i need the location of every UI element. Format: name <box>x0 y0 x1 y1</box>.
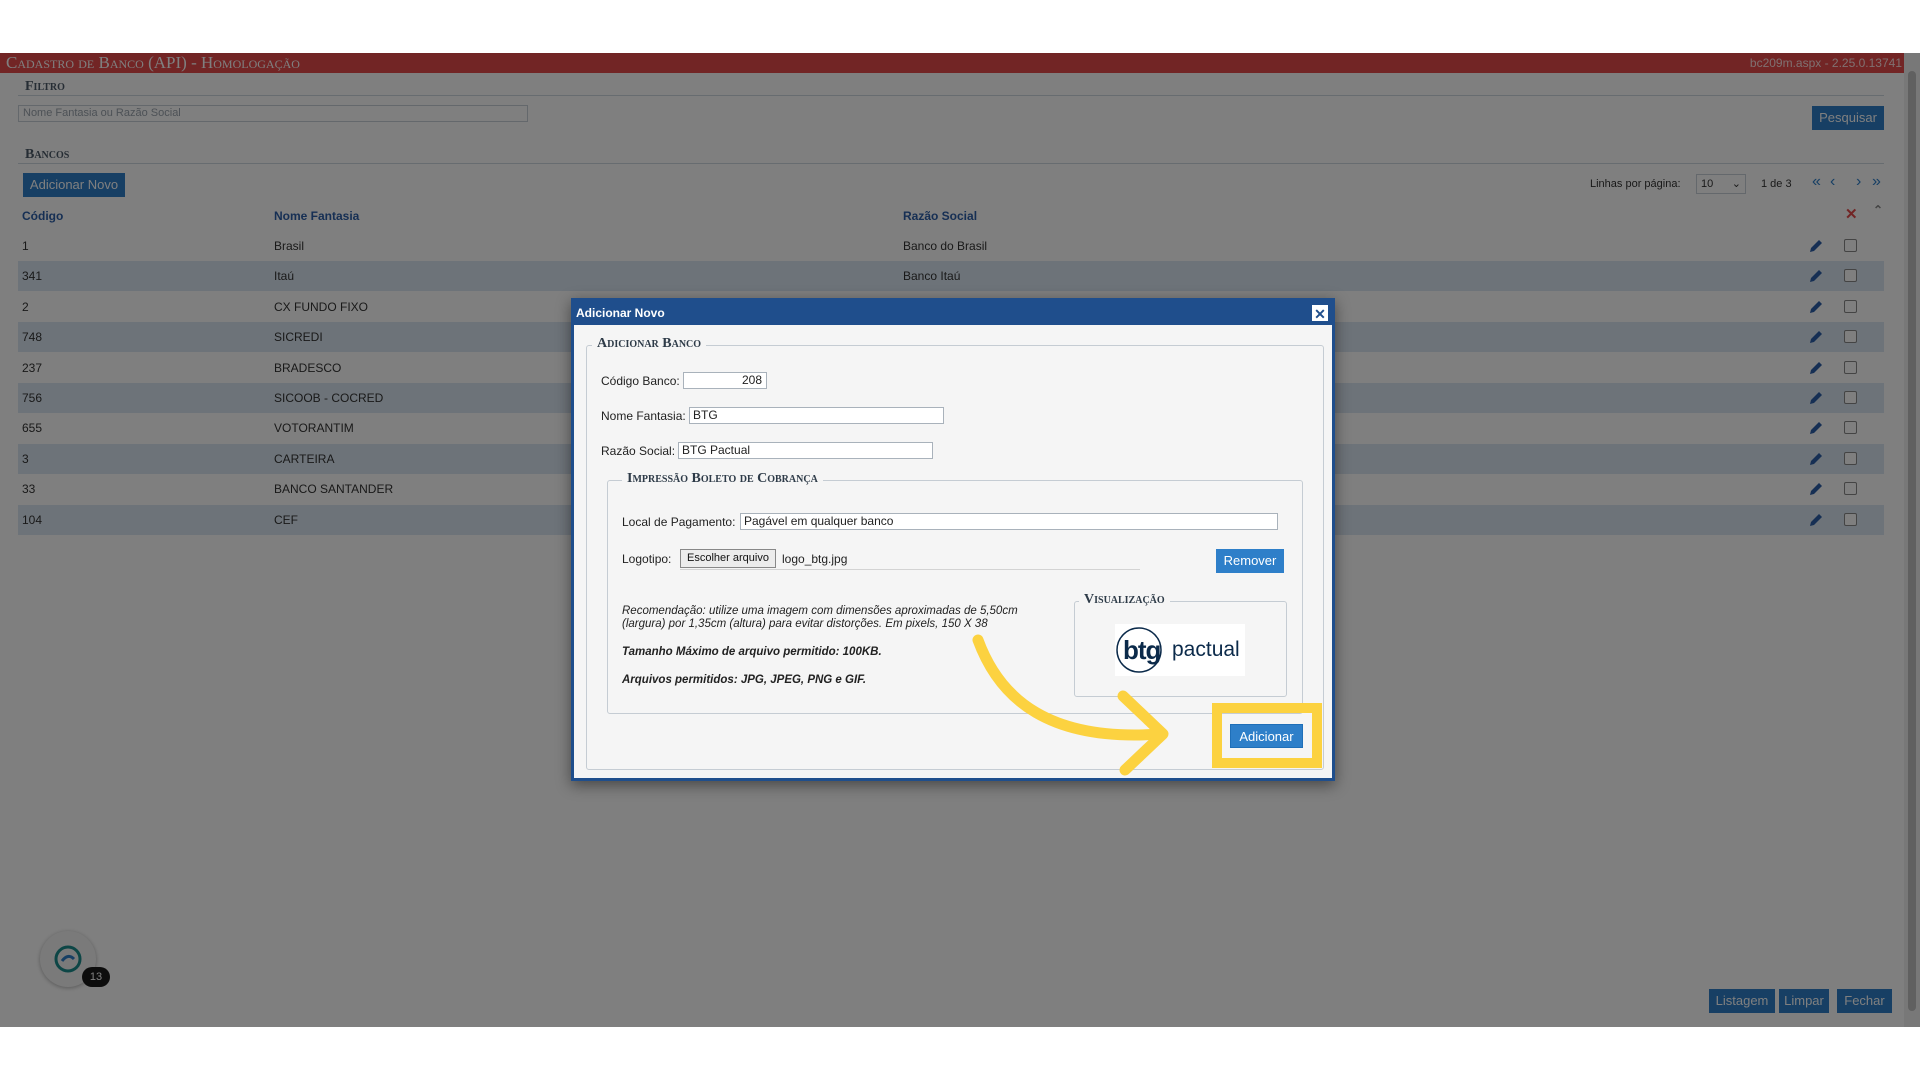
allowed-files-text: Arquivos permitidos: JPG, JPEG, PNG e GI… <box>622 674 867 686</box>
nome-fantasia-label: Nome Fantasia: <box>601 409 686 423</box>
tutorial-arrow-icon <box>972 634 1169 776</box>
remove-logo-button[interactable]: Remover <box>1216 549 1284 573</box>
file-input[interactable]: Escolher arquivo logo_btg.jpg <box>680 549 1140 570</box>
preview-legend: Visualização <box>1079 592 1170 608</box>
codigo-label: Código Banco: <box>601 374 680 388</box>
codigo-input[interactable]: 208 <box>683 372 767 389</box>
razao-social-label: Razão Social: <box>601 444 676 458</box>
boleto-legend: Impressão Boleto de Cobrança <box>622 471 823 487</box>
close-icon[interactable]: ✕ <box>1311 304 1329 322</box>
local-pagamento-label: Local de Pagamento: <box>622 515 736 529</box>
boleto-fieldset: Impressão Boleto de Cobrança Local de Pa… <box>607 471 1303 714</box>
logotipo-label: Logotipo: <box>622 552 672 566</box>
dialog-title: Adicionar Novo <box>576 306 665 320</box>
recommendation-line-1: Recomendação: utilize uma imagem com dim… <box>622 605 1018 617</box>
adicionar-button[interactable]: Adicionar <box>1230 724 1303 748</box>
dialog-header: Adicionar Novo ✕ <box>574 301 1332 325</box>
file-name: logo_btg.jpg <box>782 552 848 566</box>
choose-file-button[interactable]: Escolher arquivo <box>680 549 776 568</box>
logo-text-light: pactual <box>1172 638 1240 661</box>
nome-fantasia-input[interactable]: BTG <box>689 407 944 424</box>
add-bank-legend: Adicionar Banco <box>592 336 707 352</box>
local-pagamento-input[interactable]: Pagável em qualquer banco <box>740 513 1278 530</box>
recommendation-text: Recomendação: utilize uma imagem com dim… <box>622 605 1072 631</box>
max-size-text: Tamanho Máximo de arquivo permitido: 100… <box>622 646 882 658</box>
razao-social-input[interactable]: BTG Pactual <box>678 442 933 459</box>
